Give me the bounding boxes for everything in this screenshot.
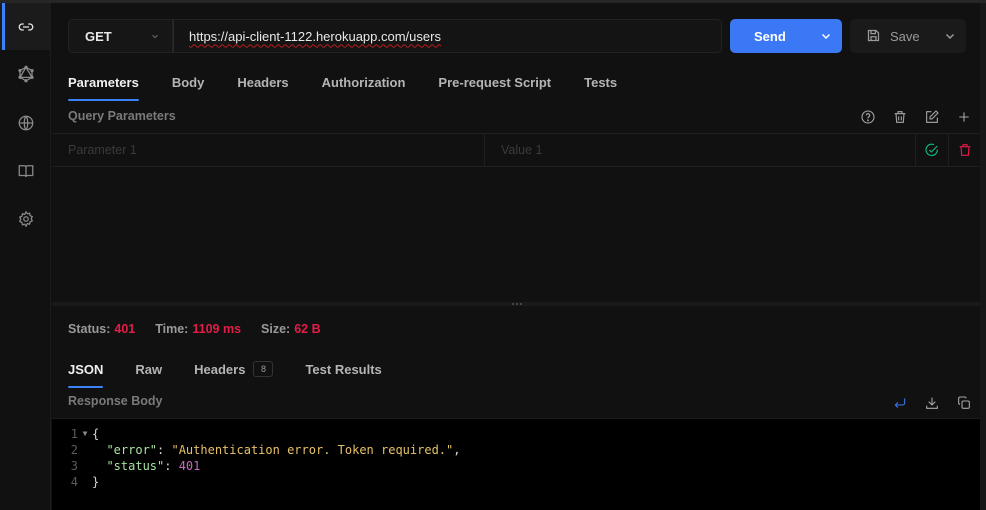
url-value: https://api-client-1122.herokuapp.com/us… xyxy=(189,28,441,44)
bulk-edit-button[interactable] xyxy=(916,107,948,127)
json-key: "status" xyxy=(106,459,165,473)
save-options-chevron-icon[interactable] xyxy=(944,30,956,42)
tab-tests[interactable]: Tests xyxy=(584,75,617,101)
wrap-lines-button[interactable] xyxy=(884,393,916,413)
time-label: Time: xyxy=(155,322,189,336)
response-tabs: JSON Raw Headers 8 Test Results xyxy=(68,361,414,390)
json-string-value: "Authentication error. Token required." xyxy=(171,443,454,457)
scrollbar[interactable] xyxy=(980,3,986,510)
query-parameters-actions xyxy=(852,107,980,127)
request-tabs: Parameters Body Headers Authorization Pr… xyxy=(68,75,650,103)
response-meta: Status: 401 Time: 1109 ms Size: 62 B xyxy=(68,322,341,336)
parameter-row: Parameter 1 Value 1 xyxy=(52,133,980,167)
download-icon xyxy=(926,397,938,409)
line-number: 4 xyxy=(70,475,78,489)
clear-all-button[interactable] xyxy=(884,107,916,127)
tab-headers[interactable]: Headers xyxy=(237,75,288,101)
tab-authorization[interactable]: Authorization xyxy=(322,75,406,101)
method-select[interactable]: GET xyxy=(68,19,173,53)
trash-icon xyxy=(894,111,906,123)
tab-body[interactable]: Body xyxy=(172,75,205,101)
panel-resize-handle[interactable] xyxy=(52,302,980,306)
response-body-title: Response Body xyxy=(68,394,163,408)
send-label: Send xyxy=(754,28,786,44)
copy-button[interactable] xyxy=(948,393,980,413)
size-label: Size: xyxy=(261,322,291,336)
help-icon xyxy=(861,110,875,124)
code-line: 4 } xyxy=(52,474,980,490)
response-body-editor[interactable]: 1 ▼ { 2 "error": "Authentication error. … xyxy=(52,418,980,510)
headers-count-badge: 8 xyxy=(253,361,274,377)
code-line: 2 "error": "Authentication error. Token … xyxy=(52,442,980,458)
copy-icon xyxy=(958,396,970,409)
chevron-down-icon xyxy=(152,34,158,39)
line-number: 2 xyxy=(70,443,78,457)
edit-icon xyxy=(926,110,939,123)
gear-icon xyxy=(18,210,33,227)
line-number: 3 xyxy=(70,459,78,473)
drag-handle-icon xyxy=(512,303,522,305)
size-value: 62 B xyxy=(294,322,321,336)
time-value: 1109 ms xyxy=(192,322,242,336)
graphql-icon xyxy=(17,65,34,82)
globe-icon xyxy=(18,115,33,130)
download-button[interactable] xyxy=(916,393,948,413)
tab-raw[interactable]: Raw xyxy=(135,362,162,388)
fold-toggle-icon[interactable]: ▼ xyxy=(78,426,92,442)
sidebar-item-rest[interactable] xyxy=(0,3,51,50)
sidebar-item-graphql[interactable] xyxy=(0,50,51,97)
json-key: "error" xyxy=(106,443,158,457)
code-line: 3 "status": 401 xyxy=(52,458,980,474)
tab-parameters[interactable]: Parameters xyxy=(68,75,139,101)
save-button[interactable]: Save xyxy=(850,19,966,53)
book-icon xyxy=(18,164,33,177)
json-brace: } xyxy=(92,475,100,489)
send-button[interactable]: Send xyxy=(730,19,842,53)
parameter-value-input[interactable]: Value 1 xyxy=(485,134,916,166)
response-actions xyxy=(884,393,980,413)
code-line: 1 ▼ { xyxy=(52,426,980,442)
save-label: Save xyxy=(890,28,920,44)
status-value: 401 xyxy=(114,322,136,336)
tab-headers-label: Headers xyxy=(194,362,246,377)
sidebar-item-settings[interactable] xyxy=(0,195,51,242)
delete-parameter-button[interactable] xyxy=(949,134,980,166)
help-button[interactable] xyxy=(852,107,884,127)
tab-pre-request-script[interactable]: Pre-request Script xyxy=(438,75,551,101)
sidebar-item-docs[interactable] xyxy=(0,147,51,194)
toggle-parameter-button[interactable] xyxy=(916,134,949,166)
plus-icon xyxy=(959,112,969,122)
parameter-value-placeholder: Value 1 xyxy=(501,143,543,157)
send-options-chevron-icon[interactable] xyxy=(820,30,832,42)
query-parameters-title: Query Parameters xyxy=(68,109,176,123)
tab-json[interactable]: JSON xyxy=(68,362,104,388)
check-circle-icon xyxy=(925,143,938,157)
json-brace: { xyxy=(92,427,100,441)
tab-response-headers[interactable]: Headers 8 xyxy=(194,361,274,388)
json-number-value: 401 xyxy=(178,459,201,473)
parameter-key-placeholder: Parameter 1 xyxy=(68,143,137,157)
url-input[interactable]: https://api-client-1122.herokuapp.com/us… xyxy=(173,19,722,53)
sidebar xyxy=(0,3,51,510)
method-value: GET xyxy=(85,28,112,44)
save-icon xyxy=(867,29,880,42)
trash-icon xyxy=(959,144,970,156)
tab-json-label: JSON xyxy=(68,362,104,377)
add-parameter-button[interactable] xyxy=(948,107,980,127)
link-icon xyxy=(18,22,33,31)
status-label: Status: xyxy=(68,322,111,336)
rest-panel: GET https://api-client-1122.herokuapp.co… xyxy=(52,3,980,510)
parameter-key-input[interactable]: Parameter 1 xyxy=(52,134,485,166)
sidebar-item-realtime[interactable] xyxy=(0,99,51,146)
tab-test-results[interactable]: Test Results xyxy=(305,362,381,388)
line-number: 1 xyxy=(70,427,78,441)
tab-raw-label: Raw xyxy=(135,362,163,377)
tab-test-results-label: Test Results xyxy=(305,362,382,377)
wrap-icon xyxy=(894,398,906,409)
